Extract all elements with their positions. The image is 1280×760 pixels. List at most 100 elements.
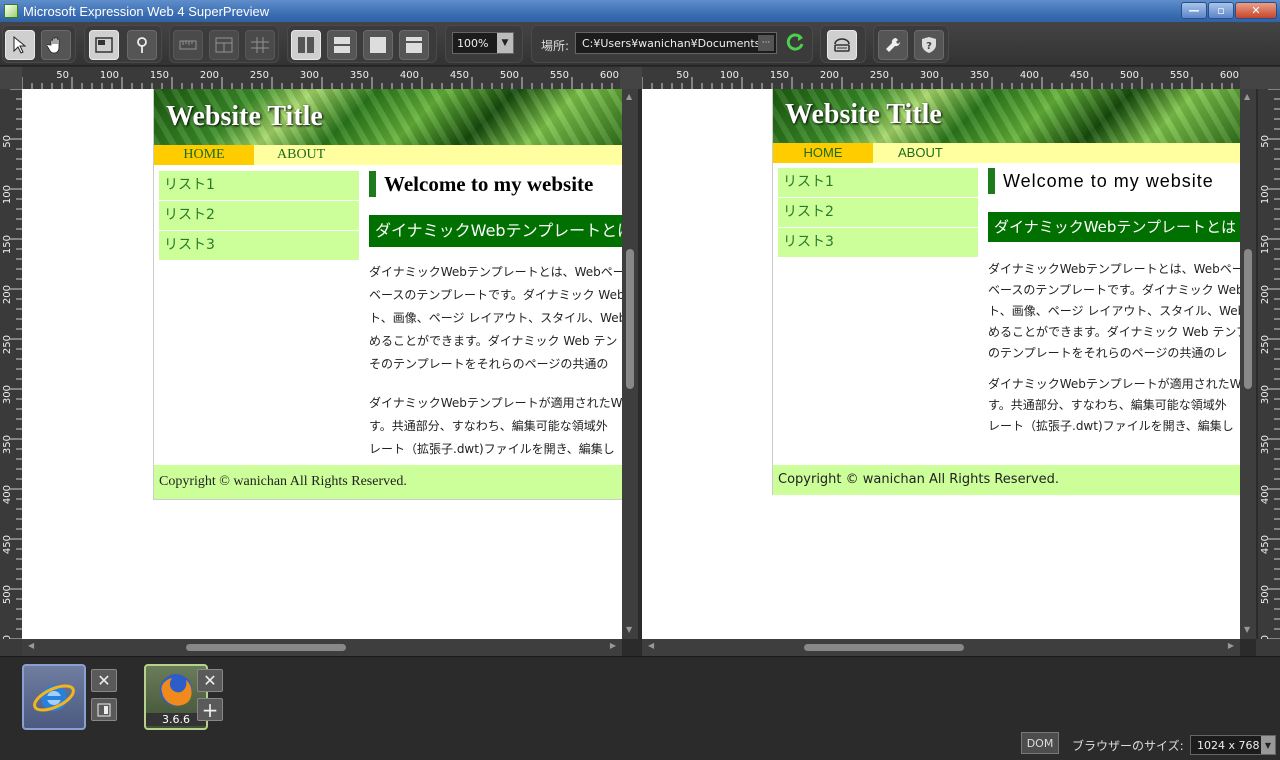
body-line: ト、画像、ページ レイアウト、スタイル、Web: [369, 311, 622, 325]
ruler-button[interactable]: [173, 30, 203, 60]
ruler-tick-label: 250: [2, 335, 13, 354]
pin-button[interactable]: [127, 30, 157, 60]
browser-size-value: 1024 x 768: [1197, 738, 1260, 752]
close-button[interactable]: ✕: [1235, 2, 1277, 19]
side-menu-item[interactable]: リスト2: [778, 198, 978, 227]
nav-home-link[interactable]: HOME: [773, 143, 873, 163]
firefox-icon: [160, 674, 192, 706]
body-line: ト、画像、ページ レイアウト、スタイル、Web: [988, 304, 1240, 318]
scroll-left-icon[interactable]: ◀: [28, 641, 34, 650]
website-page: Website Title HOME ABOUT リスト1 リスト2 リスト3 …: [772, 89, 1240, 495]
scroll-thumb[interactable]: [804, 644, 964, 651]
side-menu-item[interactable]: リスト3: [159, 231, 359, 260]
minimize-button[interactable]: —: [1181, 2, 1207, 19]
pointer-tools-group: [2, 25, 76, 63]
browser-pane-ie[interactable]: Website Title HOME ABOUT リスト1 リスト2 リスト3 …: [22, 89, 622, 639]
select-pointer-button[interactable]: [5, 30, 35, 60]
nav-home-link[interactable]: HOME: [154, 145, 254, 165]
zoom-select[interactable]: 100% ▼: [452, 32, 514, 54]
side-menu-item[interactable]: リスト2: [159, 201, 359, 230]
ruler-tick-label: 350: [1260, 435, 1271, 454]
browser-group: [820, 25, 866, 63]
add-browser-button[interactable]: +: [197, 698, 223, 722]
scroll-right-icon[interactable]: ▶: [1228, 641, 1234, 650]
scroll-right-icon[interactable]: ▶: [610, 641, 616, 650]
ruler-tick-label: 50: [676, 70, 689, 81]
side-menu-item[interactable]: リスト1: [159, 171, 359, 200]
side-menu-item[interactable]: リスト3: [778, 228, 978, 257]
ruler-tick-label: 150: [2, 235, 13, 254]
body-line: レート（拡張子.dwt)ファイルを開き、編集し: [369, 442, 615, 456]
site-title: Website Title: [785, 99, 942, 130]
body-line: めることができます。ダイナミック Web テン: [369, 334, 618, 348]
refresh-icon[interactable]: [784, 31, 806, 53]
split-vertical-icon: [298, 37, 314, 53]
scroll-thumb[interactable]: [186, 644, 346, 651]
ruler-tick-label: 400: [2, 485, 13, 504]
grid-layout-button[interactable]: [209, 30, 239, 60]
guides-button[interactable]: [245, 30, 275, 60]
help-button[interactable]: ?: [914, 30, 944, 60]
location-input[interactable]: C:¥Users¥wanichan¥Documents ···: [575, 32, 777, 54]
scroll-thumb[interactable]: [626, 249, 634, 389]
body-line: そのテンプレートをそれらのページの共通の: [369, 357, 609, 371]
single-view-button[interactable]: [363, 30, 393, 60]
pan-hand-button[interactable]: [41, 30, 71, 60]
browser-size-select[interactable]: 1024 x 768 ▼: [1190, 735, 1276, 755]
scroll-down-icon[interactable]: ▼: [626, 625, 632, 634]
body-text: ダイナミックWebテンプレートとは、Webページ ベースのテンプレートです。ダイナ…: [988, 259, 1240, 453]
side-menu: リスト1 リスト2 リスト3: [159, 171, 359, 261]
ruler-tick-label: 300: [1260, 385, 1271, 404]
ruler-tick-label: 50: [56, 70, 69, 81]
ruler-corner-mid: [620, 67, 642, 89]
side-by-side-button[interactable]: [291, 30, 321, 60]
remove-ie-button[interactable]: ✕: [91, 669, 117, 692]
horizontal-scrollbar-left[interactable]: ◀ ▶: [22, 639, 622, 656]
options-button[interactable]: [878, 30, 908, 60]
body-line: ダイナミックWebテンプレートが適用されたW: [988, 377, 1240, 391]
horizontal-scrollbar-right[interactable]: ◀ ▶: [642, 639, 1240, 656]
site-header: Website Title: [773, 89, 1240, 143]
chevron-down-icon: ▼: [1261, 736, 1275, 754]
internet-explorer-icon: [33, 684, 75, 712]
set-baseline-button[interactable]: [91, 698, 117, 721]
scroll-thumb[interactable]: [1244, 249, 1252, 389]
remote-browser-button[interactable]: [827, 30, 857, 60]
scroll-up-icon[interactable]: ▲: [626, 92, 632, 101]
ruler-tick-label: 600: [600, 70, 619, 81]
title-bar: Microsoft Expression Web 4 SuperPreview …: [0, 0, 1280, 22]
nav-about-link[interactable]: ABOUT: [898, 143, 943, 163]
dom-button[interactable]: DOM: [1021, 732, 1059, 754]
scroll-down-icon[interactable]: ▼: [1244, 625, 1250, 634]
site-nav: HOME ABOUT: [773, 143, 1240, 163]
scroll-up-icon[interactable]: ▲: [1244, 92, 1250, 101]
site-footer: Copyright © wanichan All Rights Reserved…: [154, 465, 622, 499]
settings-group: ?: [873, 25, 949, 63]
vertical-scrollbar-right[interactable]: ▲ ▼: [1240, 89, 1256, 639]
pin-icon: [137, 37, 147, 53]
app-icon: [4, 4, 18, 18]
maximize-button[interactable]: ▫: [1208, 2, 1234, 19]
split-horizontal-button[interactable]: [327, 30, 357, 60]
ruler-tick-label: 150: [1260, 235, 1271, 254]
ruler-tick-label: 150: [770, 70, 789, 81]
scroll-left-icon[interactable]: ◀: [648, 641, 654, 650]
baseline-icon: [97, 703, 111, 716]
remove-firefox-button[interactable]: ✕: [197, 669, 223, 692]
vertical-scrollbar-left[interactable]: ▲ ▼: [622, 89, 638, 639]
browser-pane-firefox[interactable]: Website Title HOME ABOUT リスト1 リスト2 リスト3 …: [642, 89, 1240, 639]
overlay-layout-button[interactable]: [89, 30, 119, 60]
cloud-browser-icon: [834, 38, 850, 52]
ruler-tick-label: 100: [1260, 185, 1271, 204]
window-title: Microsoft Expression Web 4 SuperPreview: [23, 3, 270, 19]
ruler-tick-label: 300: [300, 70, 319, 81]
ruler-tick-label: 350: [2, 435, 13, 454]
nav-about-link[interactable]: ABOUT: [277, 145, 325, 165]
browse-button[interactable]: ···: [758, 35, 774, 51]
vertical-ruler-right: 50100150200250300350400450500550: [1258, 89, 1280, 639]
overlay-view-button[interactable]: [399, 30, 429, 60]
ie-browser-tile[interactable]: [22, 664, 86, 730]
side-menu-item[interactable]: リスト1: [778, 168, 978, 197]
ruler-tick-label: 350: [350, 70, 369, 81]
ruler-tick-label: 100: [720, 70, 739, 81]
